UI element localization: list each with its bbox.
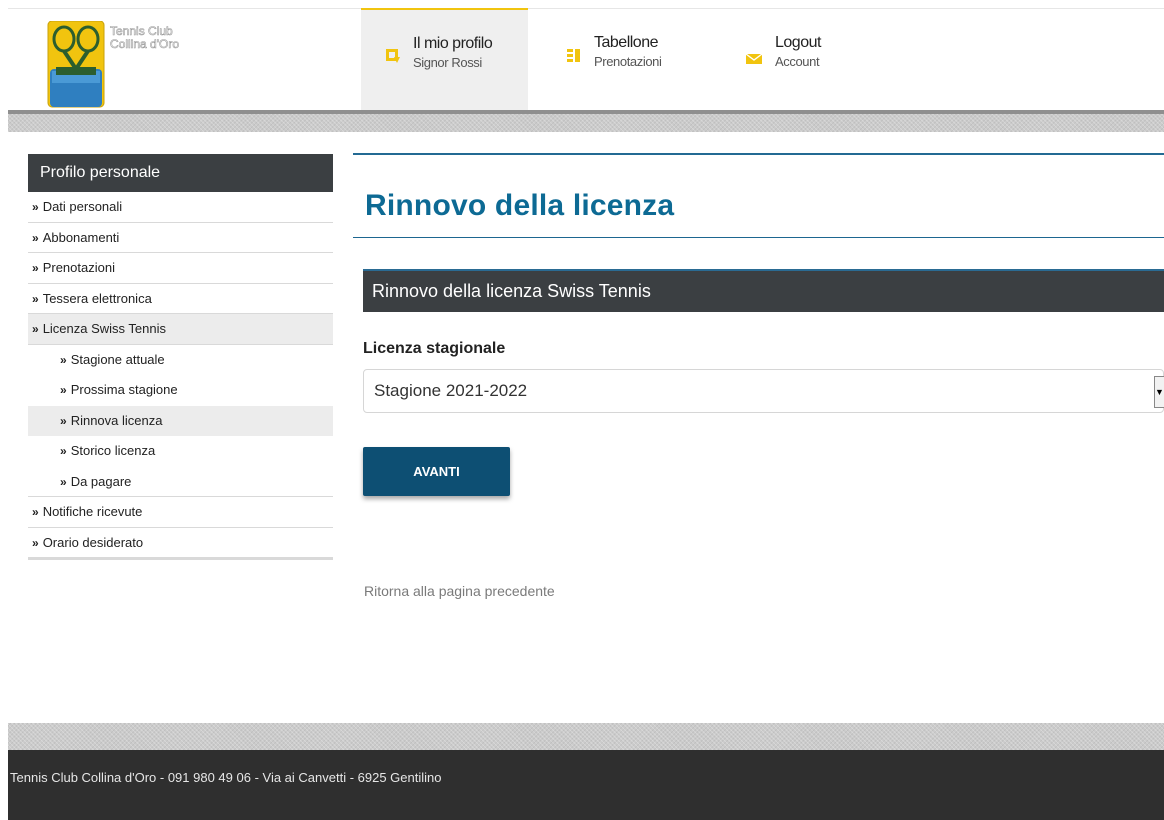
bullet-icon: » <box>32 230 39 245</box>
footer-contact: Tennis Club Collina d'Oro - 091 980 49 0… <box>10 770 442 785</box>
sidebar-subitem-storico-licenza[interactable]: » Storico licenza <box>28 436 333 467</box>
profile-arrow-icon <box>386 49 400 63</box>
nav-title: Tabellone <box>594 34 659 51</box>
season-select-value: Stagione 2021-2022 <box>374 381 528 400</box>
footer-texture-band <box>8 723 1164 750</box>
main-content: Rinnovo della licenza Rinnovo della lice… <box>353 153 1164 599</box>
sidebar-item-abbonamenti[interactable]: » Abbonamenti <box>28 223 333 253</box>
sidebar-item-label: Rinnova licenza <box>70 412 163 428</box>
logo-text-line1: Tennis Club <box>110 24 173 38</box>
sidebar-subitem-da-pagare[interactable]: » Da pagare <box>28 467 333 497</box>
club-logo[interactable]: Tennis Club Collina d'Oro <box>46 20 210 109</box>
sidebar-subitem-prossima-stagione[interactable]: » Prossima stagione <box>28 375 333 406</box>
sidebar-item-licenza-swiss-tennis[interactable]: » Licenza Swiss Tennis <box>28 314 333 345</box>
nav-subtitle: Prenotazioni <box>594 54 662 69</box>
chevron-down-icon: ▼ <box>1155 387 1164 397</box>
sidebar-item-label: Tessera elettronica <box>42 290 152 306</box>
bullet-icon: » <box>32 291 39 306</box>
top-nav: Il mio profilo Signor Rossi Tabellone Pr… <box>361 8 853 111</box>
sidebar-item-label: Orario desiderato <box>42 534 144 550</box>
bullet-icon: » <box>60 352 67 367</box>
sidebar-heading: Profilo personale <box>28 154 333 192</box>
nav-title: Logout <box>775 34 821 51</box>
bullet-icon: » <box>60 413 67 428</box>
sidebar-item-orario-desiderato[interactable]: » Orario desiderato <box>28 528 333 558</box>
bullet-icon: » <box>32 261 39 275</box>
nav-subtitle: Account <box>775 54 820 69</box>
sidebar-item-label: Prenotazioni <box>42 260 115 275</box>
bullet-icon: » <box>32 505 39 519</box>
sidebar-item-tessera-elettronica[interactable]: » Tessera elettronica <box>28 284 333 314</box>
dropdown-arrow[interactable]: ▼ <box>1154 376 1164 408</box>
bullet-icon: » <box>60 474 67 489</box>
season-license-label: Licenza stagionale <box>363 340 506 357</box>
bullet-icon: » <box>60 444 67 458</box>
page-title: Rinnovo della licenza <box>365 189 675 222</box>
sidebar-item-dati-personali[interactable]: » Dati personali <box>28 192 333 223</box>
nav-subtitle: Signor Rossi <box>413 55 482 70</box>
sidebar-item-prenotazioni[interactable]: » Prenotazioni <box>28 253 333 284</box>
sidebar-item-label: Storico licenza <box>70 443 156 458</box>
profile-sidebar: Profilo personale » Dati personali » Abbon… <box>28 154 333 560</box>
title-divider <box>353 237 1164 238</box>
bullet-icon: » <box>32 322 39 336</box>
next-button[interactable]: AVANTI <box>363 447 510 496</box>
sidebar-item-label: Da pagare <box>70 473 132 489</box>
sidebar-item-label: Stagione attuale <box>70 351 165 367</box>
site-footer: Tennis Club Collina d'Oro - 091 980 49 0… <box>8 750 1164 820</box>
sidebar-item-label: Licenza Swiss Tennis <box>42 321 167 336</box>
nav-board[interactable]: Tabellone Prenotazioni <box>528 9 693 111</box>
bullet-icon: » <box>32 200 39 214</box>
bullet-icon: » <box>32 535 39 550</box>
schedule-board-icon <box>567 49 580 62</box>
section-heading: Rinnovo della licenza Swiss Tennis <box>363 269 1164 312</box>
sidebar-item-label: Abbonamenti <box>42 229 120 245</box>
header-texture-band <box>8 110 1164 132</box>
sidebar-item-label: Dati personali <box>42 199 123 214</box>
nav-title: Il mio profilo <box>413 35 493 52</box>
season-select[interactable]: Stagione 2021-2022 ▼ <box>363 369 1164 413</box>
top-divider <box>353 153 1164 155</box>
logo-text-line2: Collina d'Oro <box>110 37 179 51</box>
sidebar-menu: » Dati personali » Abbonamenti » Prenotazio… <box>28 192 333 560</box>
sidebar-item-notifiche-ricevute[interactable]: » Notifiche ricevute <box>28 497 333 528</box>
bullet-icon: » <box>60 383 67 397</box>
sidebar-subitem-rinnova-licenza[interactable]: » Rinnova licenza <box>28 405 333 436</box>
sidebar-subitem-stagione-attuale[interactable]: » Stagione attuale <box>28 345 333 376</box>
nav-logout[interactable]: Logout Account <box>693 9 853 111</box>
back-link[interactable]: Ritorna alla pagina precedente <box>364 583 555 599</box>
nav-my-profile[interactable]: Il mio profilo Signor Rossi <box>361 8 528 110</box>
sidebar-item-label: Notifiche ricevute <box>42 504 143 519</box>
sidebar-item-label: Prossima stagione <box>70 382 178 397</box>
site-header: Tennis Club Collina d'Oro Il mio profilo… <box>8 8 1164 110</box>
envelope-icon <box>745 53 763 64</box>
